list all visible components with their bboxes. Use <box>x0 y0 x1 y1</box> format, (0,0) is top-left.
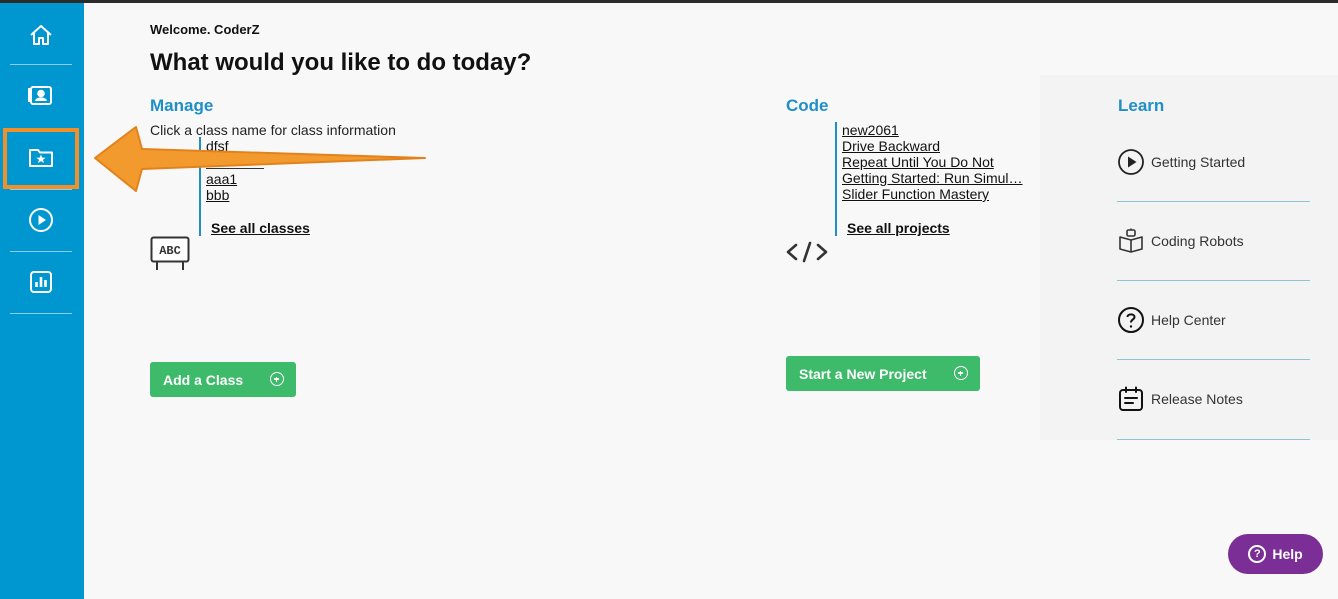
sidebar-item-reports[interactable] <box>10 251 72 313</box>
highlight-annotation-box <box>3 128 79 189</box>
start-new-project-label: Start a New Project <box>799 365 927 382</box>
sidebar-item-learn[interactable] <box>10 189 72 251</box>
project-link[interactable]: Getting Started: Run Simul… <box>842 170 1023 186</box>
learn-separator <box>1117 280 1310 281</box>
add-class-label: Add a Class <box>163 371 244 388</box>
learn-item-coding-robots[interactable]: Coding Robots <box>1117 216 1310 266</box>
see-all-projects-link[interactable]: See all projects <box>847 220 950 236</box>
project-link[interactable]: new2061 <box>842 122 899 138</box>
learn-title: Learn <box>1118 96 1165 115</box>
project-link[interactable]: Drive Backward <box>842 138 940 154</box>
classes-icon <box>28 86 52 105</box>
see-all-classes-link[interactable]: See all classes <box>211 220 310 236</box>
class-link[interactable]: dfsf <box>206 138 229 154</box>
code-brackets-icon <box>786 241 828 263</box>
help-label: Help <box>1272 546 1303 562</box>
robot-book-icon <box>1119 228 1143 253</box>
sidebar-item-classes[interactable] <box>10 64 72 126</box>
class-link[interactable]: aaa1 <box>206 171 237 187</box>
project-link[interactable]: Repeat Until You Do Not <box>842 154 994 170</box>
sidebar-item-home[interactable] <box>10 4 72 66</box>
question-circle-icon <box>1118 307 1144 333</box>
learn-item-label: Coding Robots <box>1151 233 1244 249</box>
learn-item-label: Help Center <box>1151 312 1226 328</box>
help-button[interactable]: ? Help <box>1228 534 1323 574</box>
class-link[interactable]: bbb <box>206 187 229 203</box>
learn-separator <box>1117 201 1310 202</box>
learn-item-getting-started[interactable]: Getting Started <box>1117 137 1310 187</box>
play-circle-icon <box>1118 149 1144 175</box>
learn-separator <box>1117 359 1310 360</box>
page-title: What would you like to do today? <box>150 49 532 76</box>
play-icon <box>29 208 53 232</box>
classroom-board-icon: ABC <box>150 236 190 270</box>
learn-item-help-center[interactable]: Help Center <box>1117 295 1310 345</box>
add-class-button[interactable]: Add a Class <box>150 362 296 397</box>
sidebar <box>0 3 84 599</box>
plus-circle-icon <box>954 366 968 380</box>
home-icon <box>30 25 52 45</box>
notes-icon <box>1119 386 1143 411</box>
learn-item-label: Getting Started <box>1151 154 1246 170</box>
sidebar-separator <box>10 313 72 314</box>
help-question-icon: ? <box>1248 545 1267 563</box>
start-new-project-button[interactable]: Start a New Project <box>786 356 980 391</box>
code-list-line <box>835 122 837 236</box>
hidden-class-link <box>206 159 264 169</box>
classroom-board-text: ABC <box>159 244 181 258</box>
manage-list-line <box>199 137 201 236</box>
learn-item-label: Release Notes <box>1151 391 1243 407</box>
reports-chart-icon <box>30 271 52 293</box>
plus-circle-icon <box>270 372 284 386</box>
code-title: Code <box>786 96 829 115</box>
welcome-text: Welcome. CoderZ <box>150 22 260 37</box>
manage-hint: Click a class name for class information <box>150 122 396 138</box>
project-link[interactable]: Slider Function Mastery <box>842 186 989 202</box>
manage-title: Manage <box>150 96 214 115</box>
learn-item-release-notes[interactable]: Release Notes <box>1117 374 1310 424</box>
learn-separator <box>1117 439 1310 440</box>
